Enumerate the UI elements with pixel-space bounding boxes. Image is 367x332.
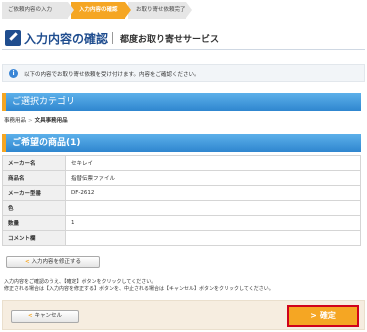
category-section-title: ご選択カテゴリ <box>12 97 76 107</box>
step-confirm-label: 入力内容の確認 <box>79 7 118 13</box>
breadcrumb: 事務用品 > 文具事務用品 <box>4 116 68 124</box>
row-label-maker: メーカー名 <box>2 155 66 171</box>
row-label-model: メーカー型番 <box>2 185 66 201</box>
table-row: コメント欄 <box>2 230 361 246</box>
cancel-button[interactable]: < キャンセル <box>11 310 79 323</box>
row-value-quantity: 1 <box>65 215 361 231</box>
table-row: 商品名 指替伝票ファイル <box>2 170 361 186</box>
table-row: 色 <box>2 200 361 216</box>
notice-text: 以下の内容でお取り寄せ依頼を受け付けます。内容をご確認ください。 <box>24 72 200 78</box>
progress-steps: ご依頼内容の入力 入力内容の確認 お取り寄せ依頼完了 <box>2 2 192 19</box>
row-label-quantity: 数量 <box>2 215 66 231</box>
pencil-icon <box>5 30 21 46</box>
page-title: 入力内容の確認 <box>24 32 109 46</box>
product-detail-table: メーカー名 セキレイ 商品名 指替伝票ファイル メーカー型番 DF-2612 色… <box>2 155 361 246</box>
chevron-left-icon: < <box>24 259 30 265</box>
step-confirm: 入力内容の確認 <box>71 2 131 19</box>
product-section-header: ご希望の商品(1) <box>2 134 361 152</box>
confirm-button[interactable]: > 確定 <box>287 305 359 327</box>
row-label-comment: コメント欄 <box>2 230 66 246</box>
breadcrumb-current: 文具事務用品 <box>34 118 68 124</box>
help-text-edit-cancel: 修正される場合は【入力内容を修正する】ボタンを、中止される場合は【キャンセル】ボ… <box>4 286 274 292</box>
row-value-model: DF-2612 <box>65 185 361 201</box>
info-icon: i <box>9 69 18 78</box>
category-section-header: ご選択カテゴリ <box>2 93 361 111</box>
chevron-left-icon: < <box>27 313 33 319</box>
breadcrumb-separator-icon: > <box>28 118 33 124</box>
help-text-confirm: 入力内容をご確認のうえ、【確定】ボタンをクリックしてください。 <box>4 279 157 285</box>
table-row: 数量 1 <box>2 215 361 231</box>
chevron-right-icon: > <box>310 311 317 320</box>
row-label-color: 色 <box>2 200 66 216</box>
edit-input-button-label: 入力内容を修正する <box>31 259 82 265</box>
edit-input-button[interactable]: < 入力内容を修正する <box>6 256 100 268</box>
row-value-comment <box>65 230 361 246</box>
info-notice: i 以下の内容でお取り寄せ依頼を受け付けます。内容をご確認ください。 <box>2 64 365 82</box>
row-value-product: 指替伝票ファイル <box>65 170 361 186</box>
row-value-maker: セキレイ <box>65 155 361 171</box>
step-input: ご依頼内容の入力 <box>2 2 74 19</box>
page-subtitle: 都度お取り寄せサービス <box>120 35 220 45</box>
table-row: メーカー名 セキレイ <box>2 155 361 171</box>
page-header: 入力内容の確認 都度お取り寄せサービス <box>2 28 365 50</box>
step-complete: お取り寄せ依頼完了 <box>128 2 192 19</box>
title-divider <box>112 32 113 44</box>
table-row: メーカー型番 DF-2612 <box>2 185 361 201</box>
step-input-label: ご依頼内容の入力 <box>8 7 53 13</box>
action-footer: < キャンセル > 確定 <box>2 300 365 330</box>
step-complete-label: お取り寄せ依頼完了 <box>136 7 186 13</box>
cancel-button-label: キャンセル <box>34 313 63 319</box>
row-label-product: 商品名 <box>2 170 66 186</box>
product-section-title: ご希望の商品(1) <box>12 138 81 148</box>
breadcrumb-item: 事務用品 <box>4 118 27 124</box>
confirm-button-label: 確定 <box>319 311 336 320</box>
row-value-color <box>65 200 361 216</box>
